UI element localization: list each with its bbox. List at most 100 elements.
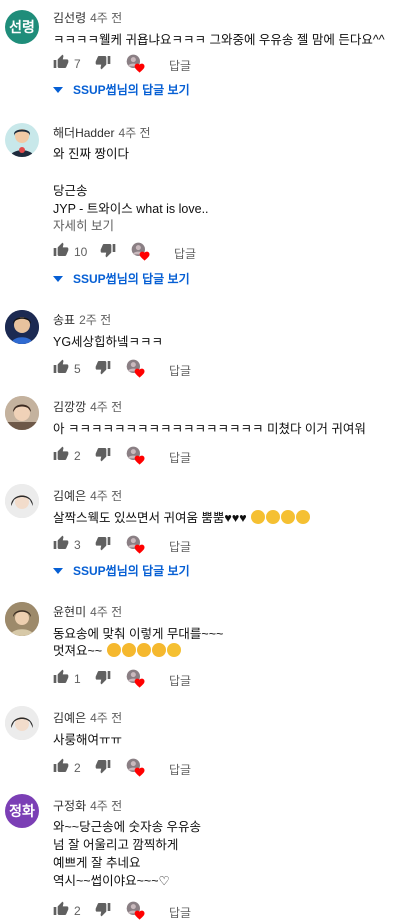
author-name[interactable]: 송표 xyxy=(53,313,75,327)
like-count: 1 xyxy=(74,672,81,686)
dislike-icon[interactable] xyxy=(95,758,111,774)
view-replies-label: SSUP썹님의 답글 보기 xyxy=(73,83,190,97)
creator-heart-icon xyxy=(130,241,150,261)
view-replies-link[interactable]: SSUP썹님의 답글 보기 xyxy=(53,81,190,98)
comment-author[interactable]: 해더Hadder 4주 전 xyxy=(53,124,151,141)
comment-text: 역시~~썹이야요~~~♡ xyxy=(53,874,170,888)
author-name[interactable]: 해더Hadder xyxy=(53,126,114,140)
heart-eyes-emoji-icon xyxy=(251,510,266,524)
like-count: 7 xyxy=(74,57,81,71)
reply-button[interactable]: 답글 xyxy=(174,245,196,262)
comment-text: 살짝스웩도 있쓰면서 귀여움 뿜뿜♥♥♥ xyxy=(53,507,311,526)
creator-heart-icon xyxy=(125,668,145,688)
comment-author[interactable]: 김깡깡 4주 전 xyxy=(53,398,122,415)
comment-text: 아 ㅋㅋㅋㅋㅋㅋㅋㅋㅋㅋㅋㅋㅋㅋㅋㅋㅋ 미쳤다 이거 귀여워 xyxy=(53,422,366,436)
comment-author[interactable]: 송표 2주 전 xyxy=(53,311,111,328)
view-replies-link[interactable]: SSUP썹님의 답글 보기 xyxy=(53,562,190,579)
comment-actions: 5 답글 xyxy=(53,359,353,379)
author-name[interactable]: 김선령 xyxy=(53,11,86,25)
avatar[interactable] xyxy=(5,706,39,740)
avatar[interactable] xyxy=(5,602,39,636)
creator-heart-icon xyxy=(125,900,145,920)
reply-button[interactable]: 답글 xyxy=(169,57,191,74)
comment-author[interactable]: 김예은 4주 전 xyxy=(53,487,122,504)
creator-heart-icon xyxy=(125,534,145,554)
author-name[interactable]: 김깡깡 xyxy=(53,400,86,414)
dislike-icon[interactable] xyxy=(95,54,111,70)
comment-actions: 10 답글 xyxy=(53,242,353,262)
avatar-image xyxy=(5,602,39,636)
reply-button[interactable]: 답글 xyxy=(169,449,191,466)
heart-eyes-emoji-icon xyxy=(166,643,181,657)
comment-time[interactable]: 4주 전 xyxy=(90,489,122,503)
comment-time[interactable]: 4주 전 xyxy=(90,400,122,414)
author-name[interactable]: 구정화 xyxy=(53,799,86,813)
like-count: 2 xyxy=(74,761,81,775)
creator-heart-icon xyxy=(125,445,145,465)
avatar[interactable]: 선령 xyxy=(5,10,39,44)
heart-eyes-emoji-icon xyxy=(266,510,281,524)
reply-button[interactable]: 답글 xyxy=(169,362,191,379)
comment-time[interactable]: 2주 전 xyxy=(79,313,111,327)
comment-text: 와~~당근송에 숫자송 우유송 xyxy=(53,820,202,834)
author-name[interactable]: 김예은 xyxy=(53,489,86,503)
dislike-icon[interactable] xyxy=(100,242,116,258)
dislike-icon[interactable] xyxy=(95,901,111,917)
clapping-hands-emoji-icon xyxy=(136,643,151,657)
avatar[interactable] xyxy=(5,310,39,344)
view-replies-label: SSUP썹님의 답글 보기 xyxy=(73,272,190,286)
like-icon[interactable] xyxy=(53,901,69,917)
view-replies-link[interactable]: SSUP썹님의 답글 보기 xyxy=(53,270,190,287)
like-icon[interactable] xyxy=(53,535,69,551)
caret-down-icon xyxy=(53,276,63,282)
avatar[interactable]: 정화 xyxy=(5,794,39,828)
dislike-icon[interactable] xyxy=(95,446,111,462)
heart-eyes-emoji-icon xyxy=(281,510,296,524)
dislike-icon[interactable] xyxy=(95,359,111,375)
avatar[interactable] xyxy=(5,396,39,430)
dislike-icon[interactable] xyxy=(95,669,111,685)
comment-actions: 2 답글 xyxy=(53,758,353,778)
creator-heart-icon xyxy=(125,358,145,378)
like-count: 2 xyxy=(74,904,81,918)
comment-text: 사룽해여ㅠㅠ xyxy=(53,733,123,747)
comment-actions: 2 답글 xyxy=(53,446,353,466)
comment-time[interactable]: 4주 전 xyxy=(90,711,122,725)
comment-time[interactable]: 4주 전 xyxy=(118,126,150,140)
avatar-image xyxy=(5,706,39,740)
avatar[interactable] xyxy=(5,484,39,518)
comment-author[interactable]: 구정화 4주 전 xyxy=(53,797,122,814)
like-icon[interactable] xyxy=(53,359,69,375)
author-name[interactable]: 윤현미 xyxy=(53,605,86,619)
reply-button[interactable]: 답글 xyxy=(169,761,191,778)
comment-time[interactable]: 4주 전 xyxy=(90,605,122,619)
comment-author[interactable]: 김예은 4주 전 xyxy=(53,709,122,726)
like-icon[interactable] xyxy=(53,758,69,774)
like-icon[interactable] xyxy=(53,669,69,685)
comment-author[interactable]: 윤현미 4주 전 xyxy=(53,603,122,620)
like-count: 5 xyxy=(74,362,81,376)
comment-author[interactable]: 김선령 4주 전 xyxy=(53,9,122,26)
heart-eyes-emoji-icon xyxy=(296,510,311,524)
clapping-hands-emoji-icon xyxy=(106,643,121,657)
avatar-image xyxy=(5,396,39,430)
reply-button[interactable]: 답글 xyxy=(169,538,191,555)
like-icon[interactable] xyxy=(53,446,69,462)
like-icon[interactable] xyxy=(53,54,69,70)
author-name[interactable]: 김예은 xyxy=(53,711,86,725)
comment-text: 당근송 xyxy=(53,184,88,198)
comment-time[interactable]: 4주 전 xyxy=(90,799,122,813)
comment-text-content: 살짝스웩도 있쓰면서 귀여움 뿜뿜♥♥♥ xyxy=(53,511,247,525)
dislike-icon[interactable] xyxy=(95,535,111,551)
avatar-initials: 정화 xyxy=(9,803,35,819)
comment-text: 와 진짜 짱이다 xyxy=(53,147,129,161)
show-more-link[interactable]: 자세히 보기 xyxy=(53,215,114,234)
avatar[interactable] xyxy=(5,123,39,157)
like-icon[interactable] xyxy=(53,242,69,258)
creator-heart-icon xyxy=(125,757,145,777)
comment-time[interactable]: 4주 전 xyxy=(90,11,122,25)
reply-button[interactable]: 답글 xyxy=(169,672,191,689)
reply-button[interactable]: 답글 xyxy=(169,904,191,921)
comment-text-content: 멋져요~~ xyxy=(53,644,103,658)
avatar-initials: 선령 xyxy=(9,19,35,35)
